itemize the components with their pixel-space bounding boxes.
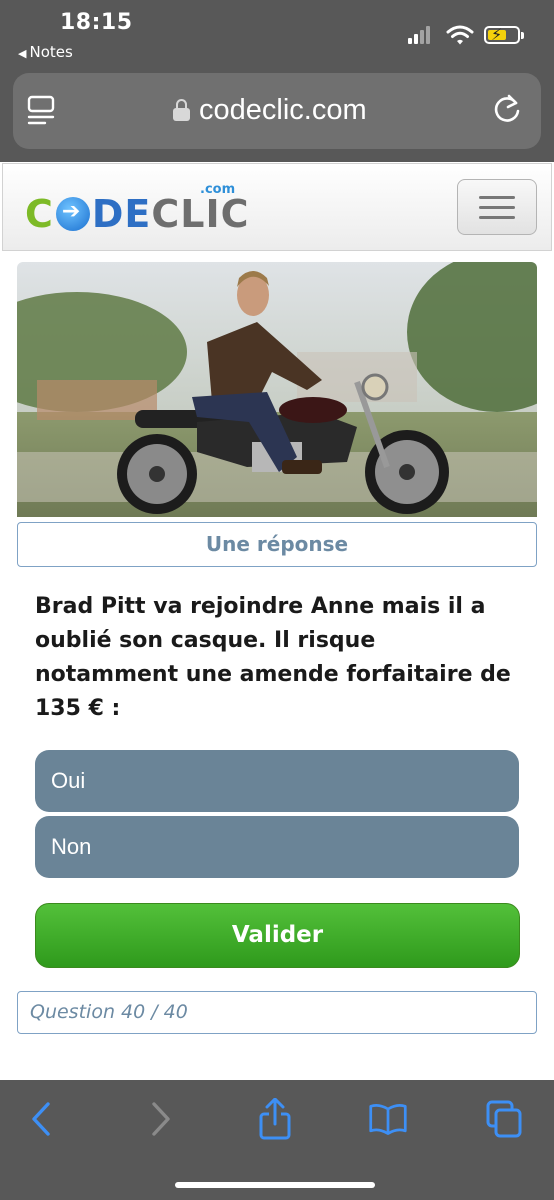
forward-arrow-icon[interactable] xyxy=(140,1098,180,1140)
back-app-label: Notes xyxy=(29,43,73,61)
url-display[interactable]: codeclic.com xyxy=(173,92,367,128)
back-triangle-icon: ◀ xyxy=(18,47,27,60)
question-photo xyxy=(17,262,537,517)
logo-arrow-icon xyxy=(55,197,90,231)
hamburger-menu-button[interactable] xyxy=(457,179,537,235)
logo-letter-c: C xyxy=(25,192,54,236)
reader-view-icon[interactable] xyxy=(27,95,57,127)
home-indicator[interactable] xyxy=(175,1182,375,1188)
battery-charging-icon: ⚡ xyxy=(484,25,524,44)
tabs-icon[interactable] xyxy=(484,1098,524,1140)
question-progress: Question 40 / 40 xyxy=(17,991,537,1034)
logo-tld: .com xyxy=(200,182,236,197)
choice-non-button[interactable]: Non xyxy=(35,816,519,878)
lock-icon xyxy=(173,99,190,121)
reload-icon[interactable] xyxy=(493,93,523,125)
cellular-signal-icon xyxy=(408,26,434,44)
site-header: C DE CLIC .com xyxy=(2,163,552,251)
status-icons: ⚡ xyxy=(408,22,524,52)
validate-button[interactable]: Valider xyxy=(35,903,520,968)
url-text: codeclic.com xyxy=(199,93,367,126)
back-to-app-link[interactable]: ◀ Notes xyxy=(18,43,73,61)
logo-letters-clic: CLIC xyxy=(151,192,250,236)
status-time: 18:15 xyxy=(60,10,133,35)
back-arrow-icon[interactable] xyxy=(22,1098,62,1140)
wifi-icon xyxy=(446,25,474,45)
question-text: Brad Pitt va rejoindre Anne mais il a ou… xyxy=(35,594,511,721)
logo-letters-de: DE xyxy=(91,192,152,236)
bookmarks-book-icon[interactable] xyxy=(368,1098,408,1140)
codeclic-logo[interactable]: C DE CLIC .com xyxy=(25,182,249,236)
one-answer-toggle[interactable]: Une réponse xyxy=(17,522,537,567)
browser-top-chrome: 18:15 ◀ Notes ⚡ codeclic.com xyxy=(0,0,554,162)
choice-oui-button[interactable]: Oui xyxy=(35,750,519,812)
address-bar[interactable]: codeclic.com xyxy=(13,73,541,149)
share-icon[interactable] xyxy=(255,1098,295,1140)
